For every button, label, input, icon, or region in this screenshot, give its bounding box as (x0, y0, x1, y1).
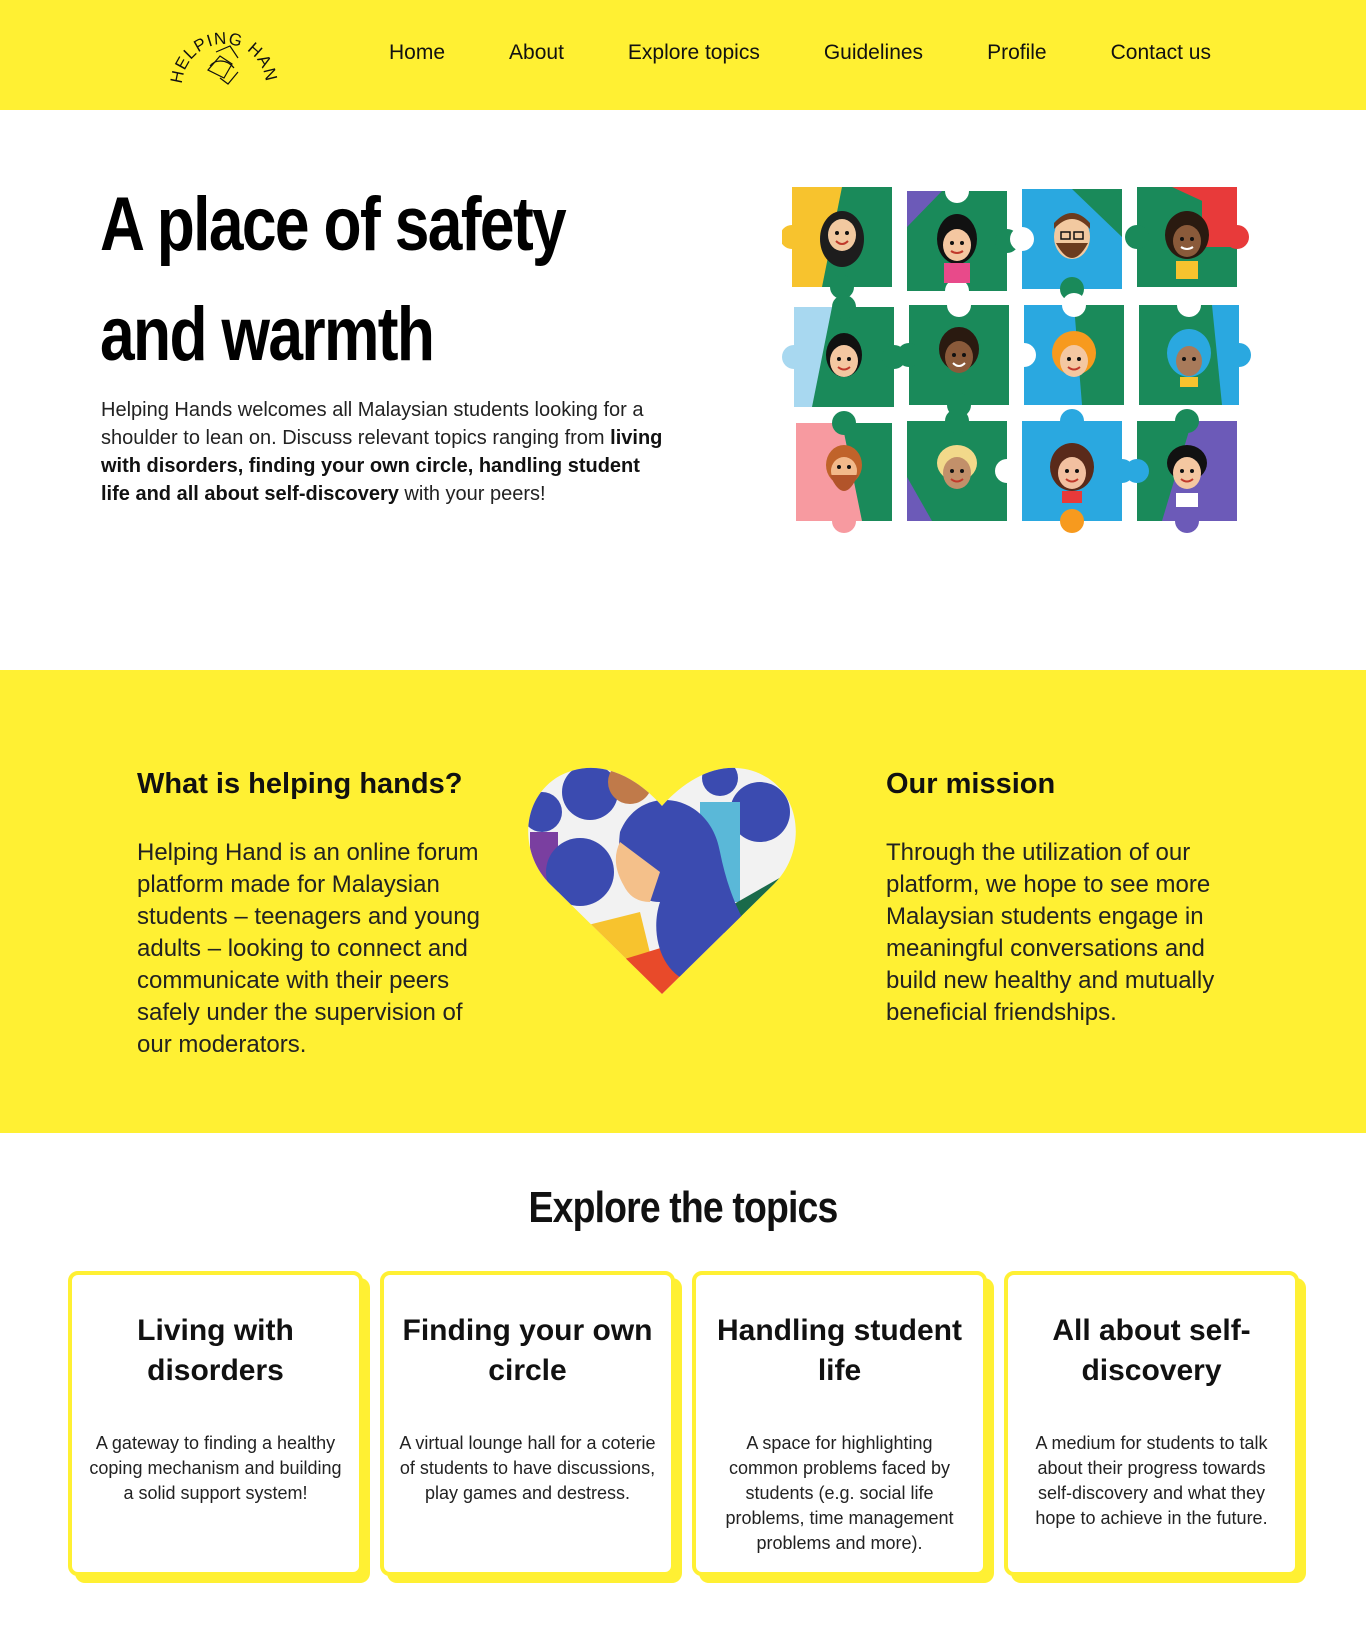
puzzle-piece (1125, 409, 1237, 533)
topics-title: Explore the topics (528, 1183, 839, 1232)
puzzle-piece (1010, 189, 1122, 301)
topic-card-title: Handling student life (717, 1314, 962, 1387)
puzzle-piece (1022, 409, 1134, 533)
nav-contact-us[interactable]: Contact us (1111, 41, 1211, 65)
topic-card-living-with-disorders[interactable]: Living with disorders A gateway to findi… (68, 1271, 363, 1576)
nav-explore-topics[interactable]: Explore topics (628, 41, 760, 65)
mission-text: Through the utilization of our platform,… (886, 839, 1215, 1026)
hero-text-outro: with your peers! (398, 483, 546, 505)
topic-card-text: A space for highlighting common problems… (725, 1433, 954, 1553)
puzzle-piece (796, 411, 892, 533)
main-nav: Home About Explore topics Guidelines Pro… (389, 41, 1211, 65)
what-is-title: What is helping hands? (137, 768, 463, 800)
hero-title-line2: and warmth (100, 292, 435, 377)
hero-text-intro: Helping Hands welcomes all Malaysian stu… (101, 399, 644, 449)
topic-card-text: A virtual lounge hall for a coterie of s… (399, 1433, 656, 1503)
topic-card-text: A gateway to finding a healthy coping me… (89, 1433, 342, 1503)
nav-profile[interactable]: Profile (987, 41, 1047, 65)
hero-section: A place of safety and warmth Helping Han… (0, 110, 1366, 670)
puzzle-piece (1125, 187, 1249, 287)
hero-title-line1: A place of safety (100, 182, 567, 267)
topic-card-title: All about self-discovery (1052, 1314, 1251, 1387)
about-section: What is helping hands? Helping Hand is a… (0, 670, 1366, 1133)
puzzle-piece (782, 295, 906, 407)
heart-people-illustration (528, 767, 796, 994)
top-navbar: HELPING HANDS Home About Explore topics … (0, 0, 1366, 110)
topic-card-text: A medium for students to talk about thei… (1035, 1433, 1268, 1528)
our-mission: Our mission Through the utilization of o… (886, 768, 1236, 1029)
topic-cards: Living with disorders A gateway to findi… (68, 1271, 1316, 1576)
topic-card-self-discovery[interactable]: All about self-discovery A medium for st… (1004, 1271, 1299, 1576)
svg-text:HELPING HANDS: HELPING HANDS (168, 8, 280, 85)
helping-hands-logo[interactable]: HELPING HANDS (168, 8, 280, 102)
hero-title: A place of safety and warmth (100, 170, 608, 390)
puzzle-piece (907, 179, 1019, 303)
puzzle-piece (907, 409, 1019, 521)
puzzle-piece (897, 293, 1009, 417)
puzzle-piece (1012, 293, 1124, 405)
puzzle-faces-illustration (782, 179, 1251, 533)
hero-description: Helping Hands welcomes all Malaysian stu… (101, 396, 671, 508)
topic-card-title: Living with disorders (137, 1314, 294, 1387)
topic-card-handling-student-life[interactable]: Handling student life A space for highli… (692, 1271, 987, 1576)
puzzle-piece (782, 187, 892, 299)
topic-card-finding-your-own-circle[interactable]: Finding your own circle A virtual lounge… (380, 1271, 675, 1576)
what-is-helping-hands: What is helping hands? Helping Hand is a… (137, 768, 482, 1061)
nav-guidelines[interactable]: Guidelines (824, 41, 923, 65)
topic-card-title: Finding your own circle (402, 1314, 653, 1387)
topics-section: Explore the topics Living with disorders… (0, 1133, 1366, 1644)
mission-title: Our mission (886, 768, 1056, 800)
nav-home[interactable]: Home (389, 41, 445, 65)
puzzle-piece (1139, 293, 1251, 405)
nav-about[interactable]: About (509, 41, 564, 65)
what-is-text: Helping Hand is an online forum platform… (137, 839, 480, 1058)
